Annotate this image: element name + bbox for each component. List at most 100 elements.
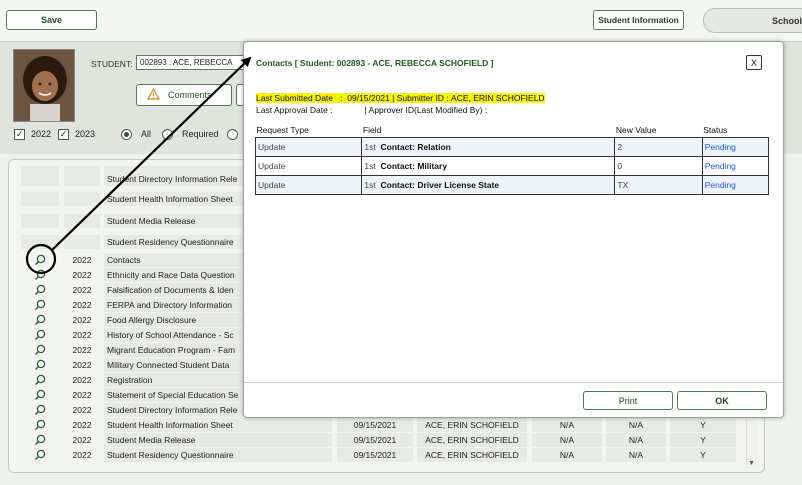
- required-radio[interactable]: [162, 129, 173, 140]
- year-cell: 2022: [72, 450, 92, 460]
- completed-cell: Y: [670, 433, 736, 447]
- year-cell: 2022: [72, 285, 92, 295]
- year-cell: 2022: [72, 255, 92, 265]
- close-button[interactable]: X: [746, 55, 762, 70]
- table-row: 2022 Student Health Information Sheet 09/1…: [21, 418, 737, 432]
- all-label: All: [141, 129, 152, 139]
- year-cell: [64, 192, 100, 206]
- na-cell: N/A: [606, 433, 666, 447]
- field-cell: 1st Contact: Military: [361, 156, 616, 176]
- contacts-modal: Contacts [ Student: 002893 - ACE, REBECC…: [243, 41, 784, 418]
- completed-cell: Y: [670, 448, 736, 462]
- submitter-cell: ACE, ERIN SCHOFIELD: [417, 448, 527, 462]
- na-cell: N/A: [606, 418, 666, 432]
- table-row: Update 1st Contact: Driver License State…: [254, 175, 770, 195]
- year-cell: [64, 235, 100, 249]
- view-details-icon[interactable]: [21, 358, 59, 372]
- year-2022-label: 2022: [31, 129, 52, 139]
- approver-label: | Approver ID(Last Modified By) :: [364, 105, 488, 115]
- view-details-icon[interactable]: [21, 298, 59, 312]
- table-row: Update 1st Contact: Relation 2 Pending: [254, 137, 770, 157]
- view-details-icon[interactable]: [21, 283, 59, 297]
- blank-cell: [21, 214, 59, 228]
- tab-school[interactable]: School: [703, 8, 802, 33]
- year-2023-label: 2023: [75, 129, 96, 139]
- all-radio[interactable]: [121, 129, 132, 140]
- top-toolbar: Save Student Information School: [0, 0, 802, 42]
- field-cell: 1st Contact: Relation: [361, 137, 616, 157]
- submitter-cell: ACE, ERIN SCHOFIELD: [417, 418, 527, 432]
- comments-label: Comments: [168, 90, 212, 100]
- student-label: STUDENT:: [91, 59, 133, 69]
- warning-icon: [146, 87, 161, 102]
- year-cell: 2022: [72, 420, 92, 430]
- field-cell: 1st Contact: Driver License State: [361, 175, 616, 195]
- year-cell: 2022: [72, 435, 92, 445]
- submitted-date-cell: 09/15/2021: [337, 433, 413, 447]
- request-type-cell: Update: [254, 156, 363, 176]
- view-details-icon[interactable]: [21, 448, 59, 462]
- year-2023-checkbox[interactable]: ✓: [58, 129, 69, 140]
- view-details-icon[interactable]: [21, 343, 59, 357]
- submitted-date-cell: 09/15/2021: [337, 448, 413, 462]
- col-status: Status: [703, 125, 728, 135]
- col-field: Field: [362, 125, 382, 135]
- scroll-down-icon[interactable]: ▼: [748, 460, 755, 467]
- col-new-value: New Value: [615, 125, 657, 135]
- blank-cell: [21, 192, 59, 206]
- ok-button[interactable]: OK: [677, 391, 767, 410]
- comments-button[interactable]: Comments: [136, 84, 232, 106]
- year-cell: [64, 172, 100, 186]
- student-photo: [13, 49, 75, 122]
- approval-info: Last Approval Date : | Approver ID(Last M…: [256, 105, 487, 115]
- last-submitted-label: Last Submitted Date: [256, 93, 334, 103]
- new-value-cell: 2: [614, 137, 703, 157]
- other-radio[interactable]: [227, 129, 238, 140]
- year-cell: 2022: [72, 315, 92, 325]
- form-name-cell[interactable]: Student Residency Questionnaire: [104, 448, 332, 462]
- year-cell: 2022: [72, 360, 92, 370]
- save-button[interactable]: Save: [6, 10, 97, 30]
- last-approval-label: Last Approval Date :: [256, 105, 333, 115]
- view-details-icon[interactable]: [21, 373, 59, 387]
- status-link[interactable]: Pending: [701, 137, 770, 157]
- last-submitted-value: 09/15/2021: [347, 93, 390, 103]
- view-details-icon[interactable]: [21, 388, 59, 402]
- year-cell: 2022: [72, 390, 92, 400]
- change-request-table: Request Type Field New Value Status Upda…: [254, 125, 770, 195]
- completed-cell: Y: [670, 418, 736, 432]
- modal-title: Contacts [ Student: 002893 - ACE, REBECC…: [256, 58, 494, 68]
- na-cell: N/A: [532, 433, 602, 447]
- request-type-cell: Update: [254, 175, 363, 195]
- table-row: Update 1st Contact: Military 0 Pending: [254, 156, 770, 176]
- status-link[interactable]: Pending: [701, 175, 770, 195]
- blank-cell: [21, 235, 59, 249]
- new-value-cell: TX: [614, 175, 703, 195]
- view-details-icon[interactable]: [21, 253, 59, 267]
- year-cell: 2022: [72, 405, 92, 415]
- view-details-icon[interactable]: [21, 268, 59, 282]
- na-cell: N/A: [532, 448, 602, 462]
- view-details-icon[interactable]: [21, 328, 59, 342]
- submitter-value: ACE, ERIN SCHOFIELD: [451, 93, 545, 103]
- student-information-button[interactable]: Student Information: [593, 10, 684, 30]
- required-label: Required: [182, 129, 219, 139]
- student-select[interactable]: 002893 : ACE, REBECCA: [136, 55, 256, 70]
- year-filters: ✓ 2022 ✓ 2023 All Required: [8, 124, 248, 148]
- year-cell: 2022: [72, 345, 92, 355]
- form-name-cell[interactable]: Student Health Information Sheet: [104, 418, 332, 432]
- table-row: 2022 Student Media Release 09/15/2021 ACE, …: [21, 433, 737, 447]
- submitter-label: | Submitter ID :: [392, 93, 449, 103]
- view-details-icon[interactable]: [21, 418, 59, 432]
- new-value-cell: 0: [614, 156, 703, 176]
- year-cell: 2022: [72, 375, 92, 385]
- form-name-cell[interactable]: Student Media Release: [104, 433, 332, 447]
- status-link[interactable]: Pending: [701, 156, 770, 176]
- request-type-cell: Update: [254, 137, 363, 157]
- view-details-icon[interactable]: [21, 433, 59, 447]
- submitted-date-cell: 09/15/2021: [337, 418, 413, 432]
- view-details-icon[interactable]: [21, 403, 59, 417]
- print-button[interactable]: Print: [583, 391, 673, 410]
- year-2022-checkbox[interactable]: ✓: [14, 129, 25, 140]
- view-details-icon[interactable]: [21, 313, 59, 327]
